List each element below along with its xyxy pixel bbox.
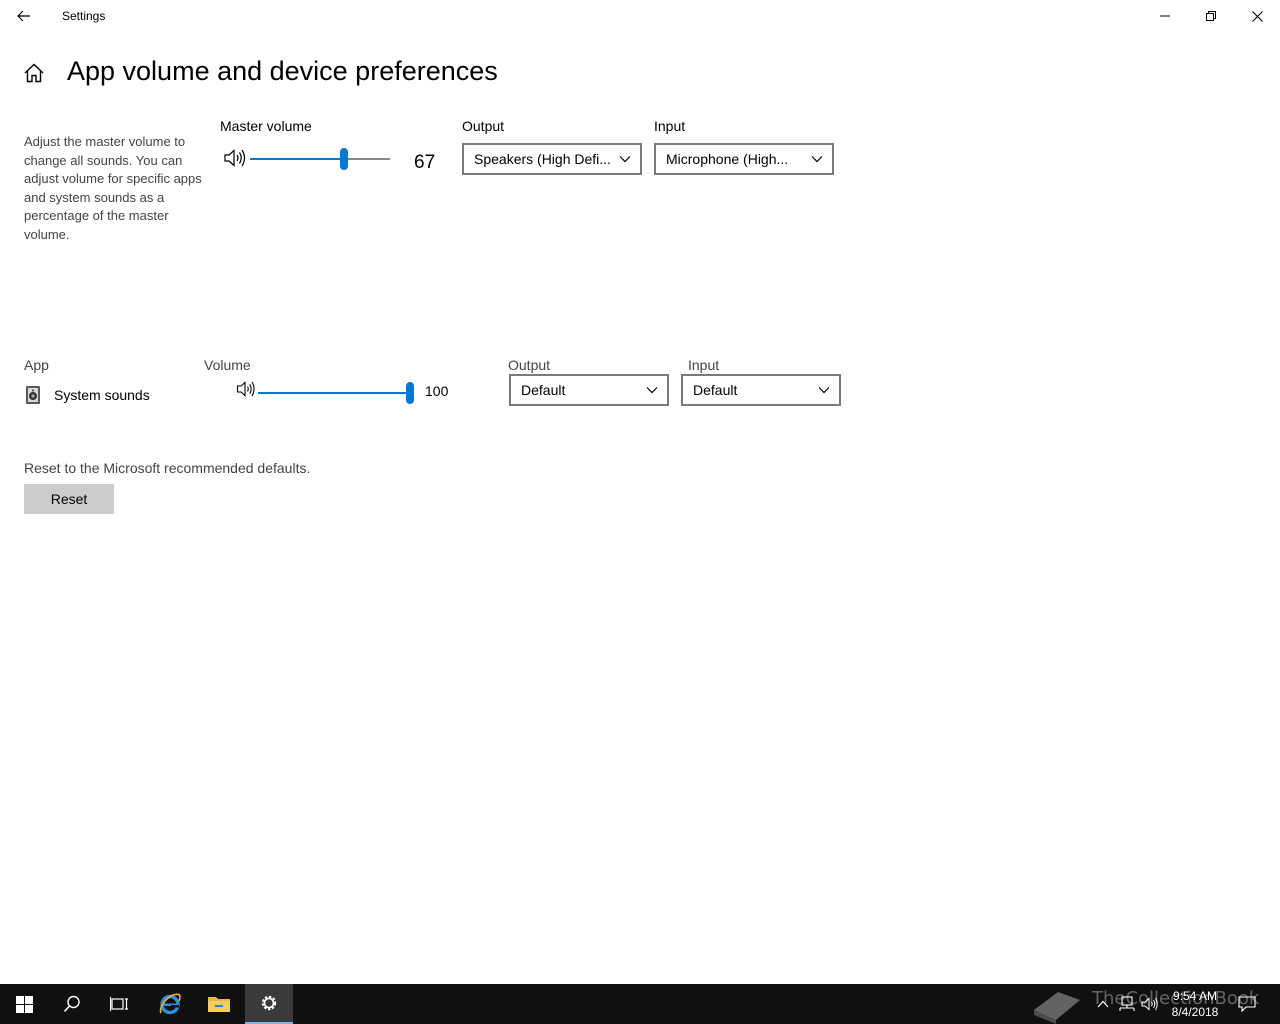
search-icon (63, 995, 80, 1013)
action-center-button[interactable] (1236, 984, 1258, 1024)
slider-fill (250, 158, 344, 160)
page-title: App volume and device preferences (67, 56, 498, 86)
slider-thumb[interactable] (339, 148, 348, 170)
slider-thumb[interactable] (406, 382, 414, 404)
master-volume-slider[interactable] (250, 147, 390, 171)
output-device-value: Speakers (High Defi... (474, 151, 610, 167)
speaker-icon[interactable] (223, 148, 247, 168)
windows-logo-icon (15, 995, 33, 1013)
home-icon[interactable] (22, 61, 46, 85)
internet-explorer-button[interactable] (146, 984, 194, 1024)
show-hidden-icons-button[interactable] (1094, 984, 1112, 1024)
output-label: Output (462, 118, 505, 134)
minimize-icon (1160, 15, 1170, 17)
column-header-output: Output (508, 357, 551, 373)
app-volume-slider[interactable] (258, 381, 414, 405)
settings-taskbar-button[interactable] (245, 984, 293, 1024)
app-input-value: Default (693, 382, 738, 398)
network-icon (1119, 996, 1135, 1011)
folder-icon (208, 997, 230, 1012)
column-header-app: App (24, 357, 49, 373)
speaker-icon[interactable] (236, 380, 256, 398)
internet-explorer-icon (159, 993, 181, 1015)
input-device-value: Microphone (High... (666, 151, 789, 167)
volume-tray-button[interactable] (1140, 984, 1160, 1024)
clock-date: 8/4/2018 (1171, 1005, 1219, 1019)
taskbar: TheCollectionBook 9:54 AM 8/4/2018 (0, 984, 1280, 1024)
app-input-dropdown[interactable]: Default (681, 374, 841, 406)
watermark-book-icon (1034, 992, 1080, 1024)
minimize-button[interactable] (1142, 0, 1188, 32)
notification-icon (1238, 996, 1256, 1012)
file-explorer-button[interactable] (195, 984, 243, 1024)
close-button[interactable] (1234, 0, 1280, 32)
input-label: Input (654, 118, 686, 134)
gear-icon (261, 995, 277, 1011)
back-arrow-icon (17, 10, 30, 22)
clock-time: 9:54 AM (1172, 989, 1218, 1003)
chevron-down-icon (802, 145, 832, 173)
speaker-icon (1141, 997, 1158, 1011)
clock[interactable]: 9:54 AM 8/4/2018 (1160, 988, 1230, 1020)
task-view-icon (110, 997, 128, 1011)
input-device-dropdown[interactable]: Microphone (High... (654, 143, 834, 175)
chevron-down-icon (637, 376, 667, 404)
output-device-dropdown[interactable]: Speakers (High Defi... (462, 143, 642, 175)
window-title: Settings (62, 9, 106, 23)
restore-button[interactable] (1188, 0, 1234, 32)
reset-button[interactable]: Reset (24, 484, 114, 514)
network-button[interactable] (1116, 984, 1136, 1024)
reset-description: Reset to the Microsoft recommended defau… (24, 460, 311, 476)
chevron-down-icon (610, 145, 640, 173)
master-volume-label: Master volume (220, 118, 312, 134)
app-volume-value: 100 (425, 383, 449, 399)
column-header-volume: Volume (204, 357, 251, 373)
system-sounds-icon (26, 386, 40, 404)
chevron-up-icon (1097, 1000, 1109, 1008)
chevron-down-icon (809, 376, 839, 404)
slider-fill (258, 392, 410, 394)
restore-icon (1206, 11, 1216, 21)
task-view-button[interactable] (96, 984, 144, 1024)
close-icon (1251, 10, 1263, 22)
column-header-input: Input (688, 357, 720, 373)
back-button[interactable] (0, 0, 48, 32)
app-output-dropdown[interactable]: Default (509, 374, 669, 406)
title-bar: Settings (0, 0, 1280, 32)
start-button[interactable] (0, 984, 48, 1024)
app-name: System sounds (54, 387, 150, 403)
master-volume-value: 67 (414, 152, 436, 173)
app-output-value: Default (521, 382, 566, 398)
search-button[interactable] (48, 984, 96, 1024)
master-description: Adjust the master volume to change all s… (24, 134, 202, 242)
